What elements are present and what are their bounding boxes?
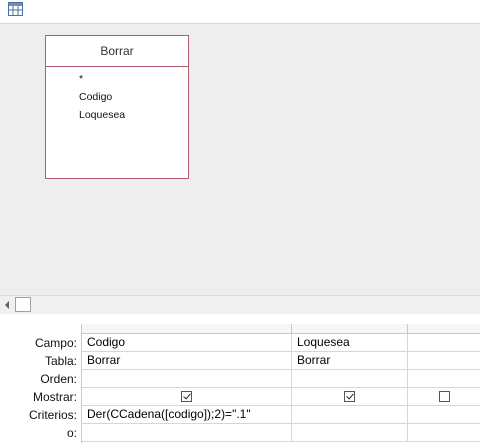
o-cell[interactable] [408, 424, 480, 441]
field-item-codigo[interactable]: Codigo [79, 88, 188, 106]
column-selector[interactable] [408, 324, 480, 333]
grid-row-campo: Codigo Loquesea [82, 334, 480, 352]
row-label-o: o: [66, 426, 77, 440]
o-cell[interactable] [82, 424, 292, 441]
pane-splitter[interactable] [0, 314, 480, 324]
column-selector[interactable] [292, 324, 408, 333]
mostrar-cell [82, 388, 292, 405]
mostrar-cell [408, 388, 480, 405]
o-cell[interactable] [292, 424, 408, 441]
row-label-mostrar: Mostrar: [32, 390, 77, 404]
grid-row-criterios: Der(CCadena([codigo]);2)=".1" [82, 406, 480, 424]
orden-cell[interactable] [292, 370, 408, 387]
mostrar-checkbox[interactable] [438, 391, 450, 402]
campo-cell[interactable]: Loquesea [292, 334, 408, 351]
row-labels: Campo: Tabla: Orden: Mostrar: Criterios:… [0, 324, 80, 442]
row-label-campo: Campo: [34, 336, 77, 350]
criterios-cell[interactable] [408, 406, 480, 423]
design-grid: Codigo Loquesea Borrar Borrar Der(CCaden… [81, 324, 480, 443]
grid-row-tabla: Borrar Borrar [82, 352, 480, 370]
criterios-cell[interactable] [292, 406, 408, 423]
column-selectors [82, 324, 480, 334]
mostrar-cell [292, 388, 408, 405]
scroll-thumb[interactable] [15, 297, 31, 312]
table-field-list[interactable]: Borrar * Codigo Loquesea [45, 35, 189, 179]
mostrar-checkbox[interactable] [344, 391, 355, 402]
query-grid: Campo: Tabla: Orden: Mostrar: Criterios:… [0, 324, 480, 443]
campo-cell[interactable] [408, 334, 480, 351]
criterios-cell[interactable]: Der(CCadena([codigo]);2)=".1" [82, 406, 292, 423]
query-design-pane[interactable]: Borrar * Codigo Loquesea [0, 24, 480, 295]
grid-row-orden [82, 370, 480, 388]
horizontal-scrollbar[interactable] [0, 295, 480, 315]
tabla-cell[interactable]: Borrar [82, 352, 292, 369]
row-label-criterios: Criterios: [28, 408, 77, 422]
orden-cell[interactable] [408, 370, 480, 387]
field-item-all[interactable]: * [79, 70, 188, 88]
campo-cell[interactable]: Codigo [82, 334, 292, 351]
field-list: * Codigo Loquesea [46, 67, 188, 124]
tabla-cell[interactable]: Borrar [292, 352, 408, 369]
scroll-left-arrow-icon[interactable] [1, 297, 15, 312]
mostrar-checkbox[interactable] [181, 391, 192, 402]
field-item-loquesea[interactable]: Loquesea [79, 106, 188, 124]
column-selector[interactable] [82, 324, 292, 333]
table-title[interactable]: Borrar [46, 36, 188, 67]
grid-row-mostrar [82, 388, 480, 406]
row-label-orden: Orden: [40, 372, 77, 386]
title-strip [0, 0, 480, 24]
tabla-cell[interactable] [408, 352, 480, 369]
query-design-icon [8, 2, 23, 16]
orden-cell[interactable] [82, 370, 292, 387]
grid-row-o [82, 424, 480, 442]
row-label-tabla: Tabla: [44, 354, 77, 368]
